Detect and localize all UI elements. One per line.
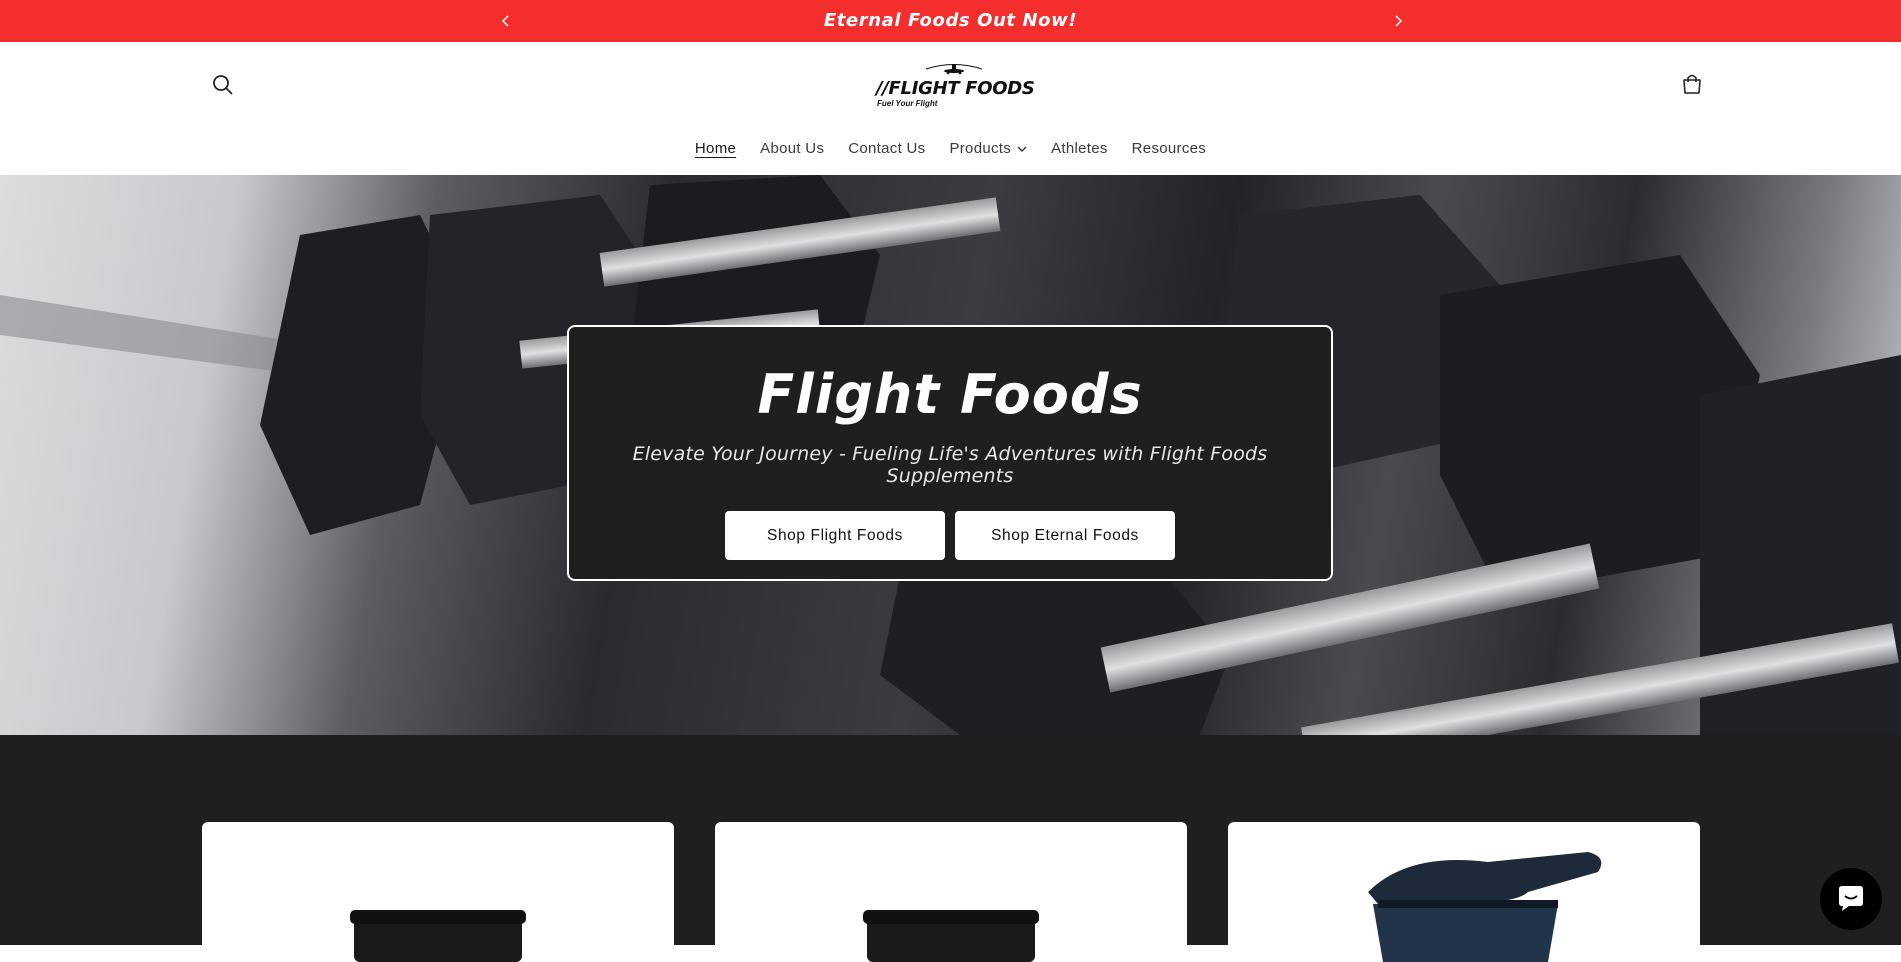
nav-products-label: Products [949,140,1012,157]
featured-products-section [0,735,1901,962]
product-card[interactable] [1228,822,1700,962]
chevron-down-icon [1017,146,1027,153]
shaker-bottle-image [1368,852,1602,962]
nav-home[interactable]: Home [683,138,748,160]
chevron-right-icon [1395,15,1403,27]
chat-icon [1839,886,1863,911]
nav-about-us-label: About Us [760,140,825,157]
nav-home-label: Home [694,140,737,157]
hero-subtitle: Elevate Your Journey - Fueling Life's Ad… [632,443,1268,487]
main-nav: Home About Us Contact Us Products Athlet… [0,138,1901,168]
chat-button[interactable] [1820,868,1882,930]
announcement-text[interactable]: Eternal Foods Out Now! [0,0,1901,42]
search-icon [213,75,233,95]
product-tub-image [863,910,1039,962]
hero-content-box: Flight Foods Elevate Your Journey - Fuel… [567,325,1333,581]
announcement-bar: Eternal Foods Out Now! [0,0,1901,42]
hero-title: Flight Foods [757,363,1143,426]
logo-tagline: Fuel Your Flight [877,99,938,108]
nav-resources-label: Resources [1131,140,1207,157]
nav-athletes-label: Athletes [1051,140,1108,157]
shop-eternal-foods-button[interactable]: Shop Eternal Foods [955,511,1175,560]
logo-text: //FLIGHT FOODS [876,78,1035,99]
cart-icon [1683,74,1701,94]
nav-about-us[interactable]: About Us [748,138,836,160]
nav-products[interactable]: Products [937,138,1039,160]
shop-flight-foods-button[interactable]: Shop Flight Foods [725,511,945,560]
nav-contact-us[interactable]: Contact Us [836,138,937,160]
site-logo[interactable]: //FLIGHT FOODS Fuel Your Flight [874,61,1035,113]
search-button[interactable] [210,72,236,98]
product-card[interactable] [715,822,1187,962]
airplane-icon [925,64,983,75]
hero-buttons: Shop Flight Foods Shop Eternal Foods [569,511,1331,560]
product-card[interactable] [202,822,674,962]
nav-resources[interactable]: Resources [1120,138,1218,160]
nav-athletes[interactable]: Athletes [1039,138,1120,160]
hero-banner: Flight Foods Elevate Your Journey - Fuel… [0,175,1901,735]
cart-button[interactable] [1679,71,1705,97]
nav-contact-us-label: Contact Us [848,140,926,157]
site-header: //FLIGHT FOODS Fuel Your Flight Home Abo… [0,42,1901,175]
product-tub-image [350,910,526,962]
announcement-next-button[interactable] [1390,13,1406,29]
